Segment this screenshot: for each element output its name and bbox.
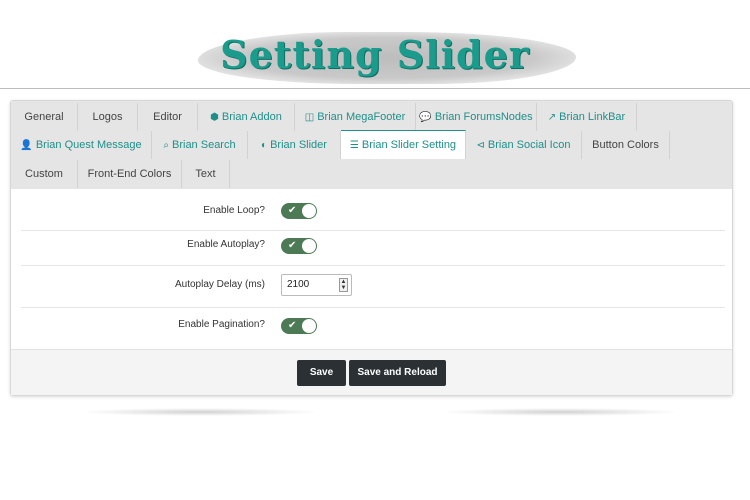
cube-icon: ⬢ xyxy=(210,112,219,123)
settings-panel: General Logos Editor ⬢ Brian Addon ◫ Brian… xyxy=(10,100,733,396)
tab-brian-quest-message[interactable]: 👤 Brian Quest Message xyxy=(11,131,152,159)
tab-label: Brian Slider Setting xyxy=(361,139,457,151)
tab-general[interactable]: General xyxy=(11,103,78,131)
tab-custom[interactable]: Custom xyxy=(11,160,78,188)
enable-autoplay-toggle[interactable]: ✔ xyxy=(281,238,317,254)
comments-icon: 💬 xyxy=(419,112,432,123)
tab-label: Brian Quest Message xyxy=(35,139,142,151)
tab-brian-forumsnodes[interactable]: 💬 Brian ForumsNodes xyxy=(416,103,537,131)
toggle-icon: ◐ xyxy=(261,140,268,151)
row-enable-pagination: Enable Pagination? ✔ xyxy=(21,308,725,348)
settings-form: Enable Loop? ✔ Enable Autoplay? ✔ Autopl… xyxy=(11,189,732,349)
tab-brian-slider[interactable]: ◐ Brian Slider xyxy=(248,131,341,159)
tab-label: Custom xyxy=(25,168,63,180)
tab-bar: General Logos Editor ⬢ Brian Addon ◫ Brian… xyxy=(11,101,732,189)
tab-label: Front-End Colors xyxy=(87,168,172,180)
tab-front-end-colors[interactable]: Front-End Colors xyxy=(78,160,182,188)
spin-down-icon[interactable]: ▼ xyxy=(340,285,347,291)
columns-icon: ◫ xyxy=(304,112,315,123)
autoplay-delay-value: 2100 xyxy=(287,279,310,290)
autoplay-delay-label: Autoplay Delay (ms) xyxy=(174,279,265,290)
tab-label: Brian MegaFooter xyxy=(317,111,406,123)
autoplay-delay-input[interactable]: 2100 ▲ ▼ xyxy=(281,274,352,296)
tab-label: Brian Search xyxy=(172,139,236,151)
panel-shadow-right xyxy=(440,408,680,416)
tab-brian-slider-setting[interactable]: ☰ Brian Slider Setting xyxy=(341,130,466,159)
panel-shadow-left xyxy=(80,408,320,416)
enable-pagination-label: Enable Pagination? xyxy=(178,319,265,330)
toggle-knob xyxy=(302,319,316,333)
enable-loop-label: Enable Loop? xyxy=(203,205,265,216)
banner-divider xyxy=(0,88,750,89)
tab-label: General xyxy=(24,111,64,123)
tab-label: Brian LinkBar xyxy=(559,111,626,123)
save-button[interactable]: Save xyxy=(297,360,346,386)
tab-brian-megafooter[interactable]: ◫ Brian MegaFooter xyxy=(295,103,416,131)
tab-label: Logos xyxy=(92,111,123,123)
toggle-knob xyxy=(302,204,316,218)
tab-button-colors[interactable]: Button Colors xyxy=(582,131,670,159)
tab-brian-search[interactable]: ⌕ Brian Search xyxy=(152,131,248,159)
share-square-icon: ⊲ xyxy=(476,140,485,151)
check-icon: ✔ xyxy=(288,320,297,331)
tab-label: Button Colors xyxy=(592,139,659,151)
banner: Setting Slider xyxy=(0,30,750,88)
enable-autoplay-label: Enable Autoplay? xyxy=(187,239,265,250)
row-enable-loop: Enable Loop? ✔ xyxy=(21,195,725,231)
tab-label: Brian Addon xyxy=(221,111,282,123)
form-actions: Save Save and Reload xyxy=(11,349,732,395)
tab-text[interactable]: Text xyxy=(182,160,230,188)
user-plus-icon: 👤 xyxy=(20,140,33,151)
tab-brian-addon[interactable]: ⬢ Brian Addon xyxy=(198,103,295,131)
enable-pagination-toggle[interactable]: ✔ xyxy=(281,318,317,334)
tab-brian-linkbar[interactable]: ↗ Brian LinkBar xyxy=(537,103,637,131)
tab-brian-social-icon[interactable]: ⊲ Brian Social Icon xyxy=(466,131,582,159)
tab-logos[interactable]: Logos xyxy=(78,103,138,131)
check-icon: ✔ xyxy=(288,240,297,251)
tab-label: Brian ForumsNodes xyxy=(434,111,533,123)
tab-label: Editor xyxy=(153,111,182,123)
enable-loop-toggle[interactable]: ✔ xyxy=(281,203,317,219)
tab-label: Brian Social Icon xyxy=(487,139,571,151)
save-and-reload-button[interactable]: Save and Reload xyxy=(349,360,446,386)
row-autoplay-delay: Autoplay Delay (ms) 2100 ▲ ▼ xyxy=(21,266,725,308)
search-icon: ⌕ xyxy=(163,140,169,151)
tab-label: Brian Slider xyxy=(270,139,327,151)
sliders-icon: ☰ xyxy=(349,140,359,151)
check-icon: ✔ xyxy=(288,205,297,216)
tab-editor[interactable]: Editor xyxy=(138,103,198,131)
row-enable-autoplay: Enable Autoplay? ✔ xyxy=(21,231,725,266)
banner-title: Setting Slider xyxy=(220,32,530,77)
number-spinner[interactable]: ▲ ▼ xyxy=(339,278,348,292)
tab-label: Text xyxy=(195,168,216,180)
external-link-icon: ↗ xyxy=(547,112,557,123)
toggle-knob xyxy=(302,239,316,253)
